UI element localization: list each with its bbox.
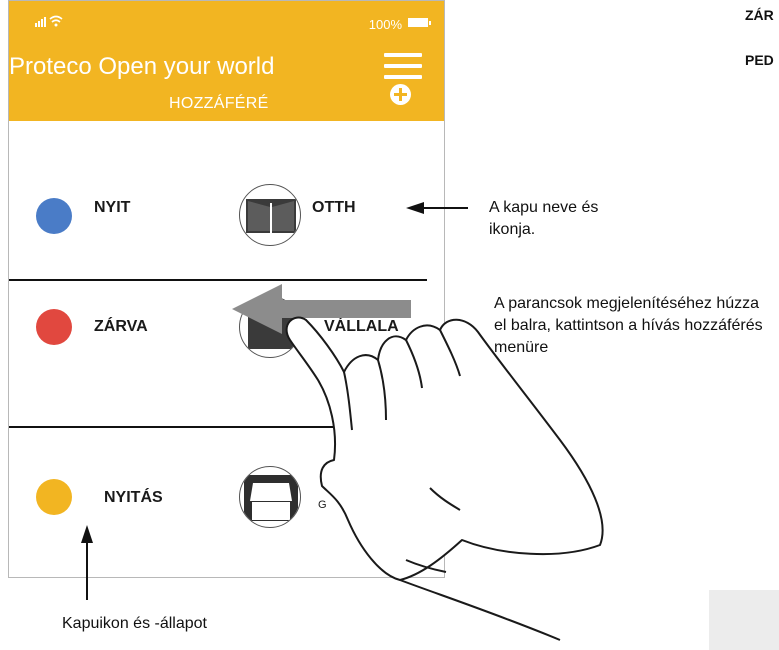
gate-status: NYIT: [94, 199, 131, 216]
status-dot: [36, 479, 72, 515]
side-label-top: ZÁR: [745, 7, 774, 23]
gate-name: VÁLLALA: [324, 318, 399, 335]
status-dot: [36, 198, 72, 234]
signal-wifi-icon: [35, 15, 63, 27]
grey-panel: [709, 590, 779, 650]
app-title: Proteco Open your world: [9, 53, 275, 80]
battery-percentage: 100%: [368, 17, 402, 32]
gate-row[interactable]: NYIT OTTH: [9, 121, 444, 261]
phone-screen: 100% Proteco Open your world HOZZÁFÉRÉ N…: [8, 0, 445, 578]
battery-icon: [408, 18, 431, 27]
tab-access[interactable]: HOZZÁFÉRÉ: [169, 95, 269, 113]
gate-name: G: [318, 499, 327, 511]
note-gates-status: Kapuikon és -állapot: [62, 615, 207, 632]
side-label-second: PED: [745, 52, 774, 68]
gate-icon: [239, 466, 301, 528]
garage-icon: [239, 296, 301, 358]
gate-name: OTTH: [312, 199, 356, 216]
note-gate-name: A kapu neve és ikonja.: [489, 199, 599, 238]
app-header: Proteco Open your world HOZZÁFÉRÉ: [9, 41, 444, 121]
status-dot: [36, 309, 72, 345]
hamburger-menu-icon[interactable]: [384, 53, 422, 81]
note-swipe: A parancsok megjelenítéséhez húzza el ba…: [494, 295, 763, 356]
gate-status: NYITÁS: [104, 489, 163, 506]
add-icon[interactable]: [390, 84, 411, 105]
gate-row[interactable]: NYITÁS G: [9, 428, 444, 568]
gate-row[interactable]: ZÁRVA VÁLLALA: [9, 281, 444, 421]
status-bar: 100%: [9, 1, 444, 41]
gate-status: ZÁRVA: [94, 318, 148, 335]
door-icon: [239, 184, 301, 246]
